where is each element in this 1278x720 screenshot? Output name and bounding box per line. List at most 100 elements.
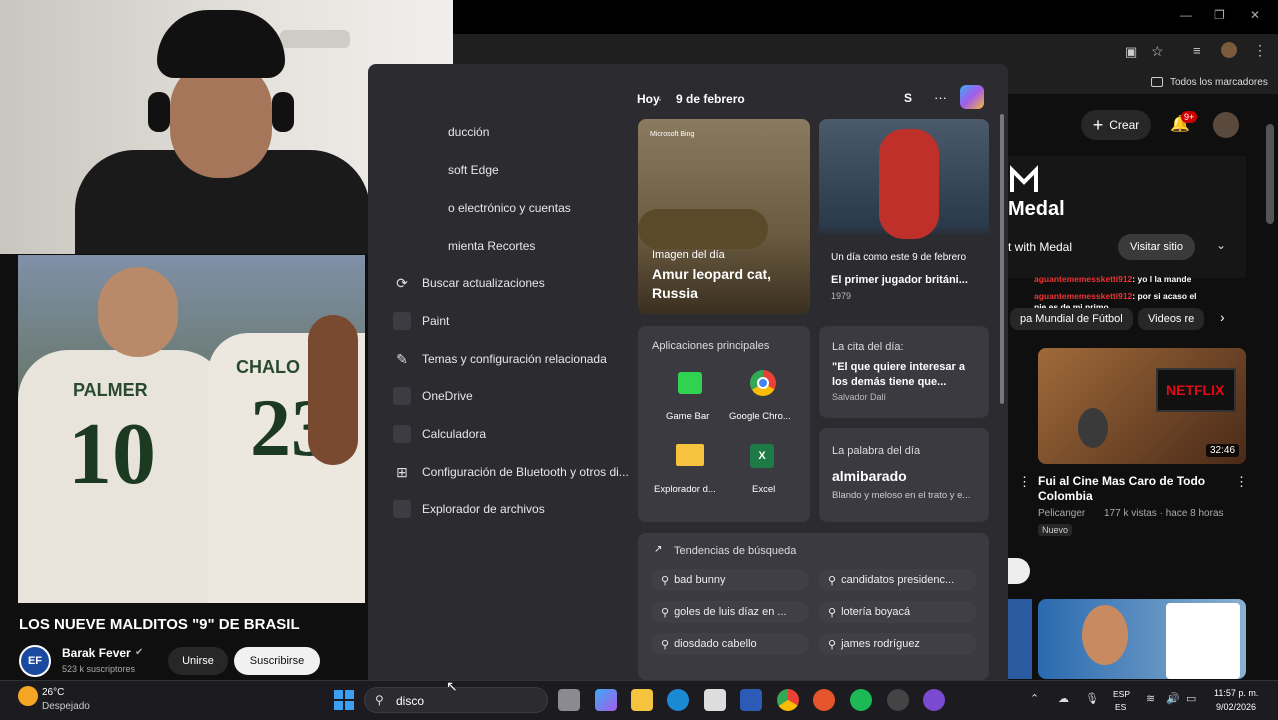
user-avatar[interactable]: [1213, 112, 1239, 138]
app-result[interactable]: ⊞ Configuración de Bluetooth y otros di..…: [392, 460, 629, 484]
obs-icon[interactable]: [887, 689, 909, 711]
tray-app-icon[interactable]: ☁: [1058, 692, 1069, 705]
subscriber-count: 523 k suscriptores: [62, 664, 136, 674]
video-thumbnail[interactable]: NETFLIX 32:46: [1038, 348, 1246, 464]
app-result[interactable]: soft Edge: [448, 158, 499, 182]
quote-card[interactable]: La cita del día: "El que quiere interesa…: [819, 326, 989, 418]
trend-chip[interactable]: ⚲ diosdado cabello: [651, 633, 809, 655]
close-icon[interactable]: ✕: [1250, 8, 1260, 22]
bookmark-star-icon[interactable]: ☆: [1151, 43, 1164, 60]
windows-start-icon[interactable]: [334, 690, 354, 710]
clock-time[interactable]: 11:57 p. m.: [1214, 688, 1258, 698]
main-video-player[interactable]: PALMER 10 CHALO 23: [18, 255, 365, 603]
trend-chip[interactable]: ⚲ james rodríguez: [818, 633, 976, 655]
copilot-icon[interactable]: [595, 689, 617, 711]
channel-name[interactable]: Pelicanger: [1038, 508, 1085, 519]
app-icon[interactable]: [923, 689, 945, 711]
copilot-icon[interactable]: [960, 85, 984, 109]
app-result[interactable]: ⟳ Buscar actualizaciones: [392, 271, 545, 295]
video-thumbnail[interactable]: [1008, 599, 1032, 679]
brave-icon[interactable]: [813, 689, 835, 711]
app-result[interactable]: mienta Recortes: [448, 234, 535, 258]
spotify-icon[interactable]: [850, 689, 872, 711]
microphone-icon[interactable]: 🎙: [1085, 692, 1099, 705]
app-result[interactable]: OneDrive: [392, 384, 473, 408]
scroll-handle[interactable]: [1008, 558, 1030, 584]
word-icon[interactable]: [740, 689, 762, 711]
scrollbar[interactable]: [1266, 124, 1274, 224]
filter-chip[interactable]: Videos re: [1138, 308, 1205, 330]
weather-temp[interactable]: 26°C: [42, 687, 64, 698]
filter-chip[interactable]: pa Mundial de Fútbol: [1010, 308, 1133, 330]
ad-text: t with Medal: [1008, 240, 1073, 254]
user-initial[interactable]: S: [904, 91, 912, 105]
calculator-icon: [392, 424, 412, 444]
more-options-icon[interactable]: ⋮: [1235, 474, 1248, 490]
image-of-day-card[interactable]: Microsoft Bing Imagen del día Amur leopa…: [638, 119, 810, 314]
trend-chip[interactable]: ⚲ bad bunny: [651, 569, 809, 591]
weather-icon[interactable]: [18, 686, 38, 706]
store-icon[interactable]: [704, 689, 726, 711]
chrome-icon[interactable]: [777, 689, 799, 711]
trend-chip[interactable]: ⚲ candidatos presidenc...: [818, 569, 976, 591]
video-title[interactable]: Fui al Cine Mas Caro de Todo Colombia: [1038, 474, 1218, 504]
edge-icon[interactable]: [667, 689, 689, 711]
wifi-icon[interactable]: ≋: [1146, 692, 1155, 705]
duration-badge: 32:46: [1206, 444, 1240, 457]
app-label[interactable]: Explorador d...: [654, 484, 716, 495]
file-explorer-icon[interactable]: [631, 689, 653, 711]
word-of-day-card[interactable]: La palabra del día almibarado Blando y m…: [819, 428, 989, 522]
video-title: LOS NUEVE MALDITOS "9" DE BRASIL: [19, 616, 300, 633]
ad-banner[interactable]: Medal t with Medal Visitar sitio ⌄: [1008, 156, 1246, 278]
video-thumbnail[interactable]: [1038, 599, 1246, 679]
search-icon: ⚲: [661, 574, 670, 587]
profile-avatar[interactable]: [1221, 42, 1237, 58]
coat-rack: [280, 30, 350, 48]
all-bookmarks-link[interactable]: Todos los marcadores: [1170, 77, 1268, 88]
search-icon: ⚲: [375, 693, 384, 707]
app-result[interactable]: ducción: [448, 120, 489, 144]
chevron-down-icon[interactable]: ⌄: [1216, 238, 1226, 252]
create-button[interactable]: + Crear: [1081, 110, 1151, 140]
game-bar-icon[interactable]: [678, 372, 702, 394]
club-crest-icon: [1166, 603, 1240, 679]
subscribe-button[interactable]: Suscribirse: [234, 647, 320, 675]
app-label[interactable]: Excel: [752, 484, 775, 495]
app-result[interactable]: ✎ Temas y configuración relacionada: [392, 347, 607, 371]
more-icon[interactable]: ···: [934, 90, 947, 105]
channel-name[interactable]: Barak Fever: [62, 646, 131, 660]
visit-site-button[interactable]: Visitar sitio: [1118, 234, 1195, 260]
app-result[interactable]: o electrónico y cuentas: [448, 196, 571, 220]
player-figure: [879, 129, 939, 239]
app-result[interactable]: Explorador de archivos: [392, 497, 545, 521]
on-this-day-card[interactable]: Un día como este 9 de febrero El primer …: [819, 119, 989, 314]
chevron-up-icon[interactable]: ⌃: [1030, 692, 1039, 705]
cast-icon[interactable]: ▣: [1125, 44, 1137, 60]
more-options-icon[interactable]: ⋮: [1018, 474, 1031, 490]
trend-chip[interactable]: ⚲ lotería boyacá: [818, 601, 976, 623]
search-icon: ⚲: [828, 606, 837, 619]
search-icon: ⚲: [828, 638, 837, 651]
media-icon[interactable]: ≡: [1193, 43, 1201, 58]
app-label[interactable]: Google Chro...: [729, 411, 791, 422]
excel-icon[interactable]: X: [750, 444, 774, 468]
minimize-icon[interactable]: —: [1180, 8, 1192, 22]
app-label[interactable]: Game Bar: [666, 411, 709, 422]
scrollbar[interactable]: [1000, 114, 1004, 404]
trend-chip[interactable]: ⚲ goles de luis díaz en ...: [651, 601, 809, 623]
task-view-icon[interactable]: [558, 689, 580, 711]
chrome-icon[interactable]: [750, 370, 776, 396]
battery-icon[interactable]: ▭: [1186, 692, 1196, 705]
app-result[interactable]: Paint: [392, 309, 449, 333]
volume-icon[interactable]: 🔊: [1166, 692, 1180, 705]
search-input[interactable]: disco: [396, 694, 424, 708]
video-meta: 177 k vistas · hace 8 horas: [1104, 508, 1224, 519]
channel-avatar[interactable]: EF: [19, 645, 51, 677]
app-result[interactable]: Calculadora: [392, 422, 486, 446]
maximize-icon[interactable]: ❐: [1214, 8, 1225, 22]
menu-dots-icon[interactable]: ⋮: [1253, 42, 1267, 59]
file-explorer-icon[interactable]: [676, 444, 704, 466]
join-button[interactable]: Unirse: [168, 647, 228, 675]
language-indicator[interactable]: ESP: [1113, 689, 1130, 699]
chevron-right-icon[interactable]: ›: [1220, 309, 1225, 325]
